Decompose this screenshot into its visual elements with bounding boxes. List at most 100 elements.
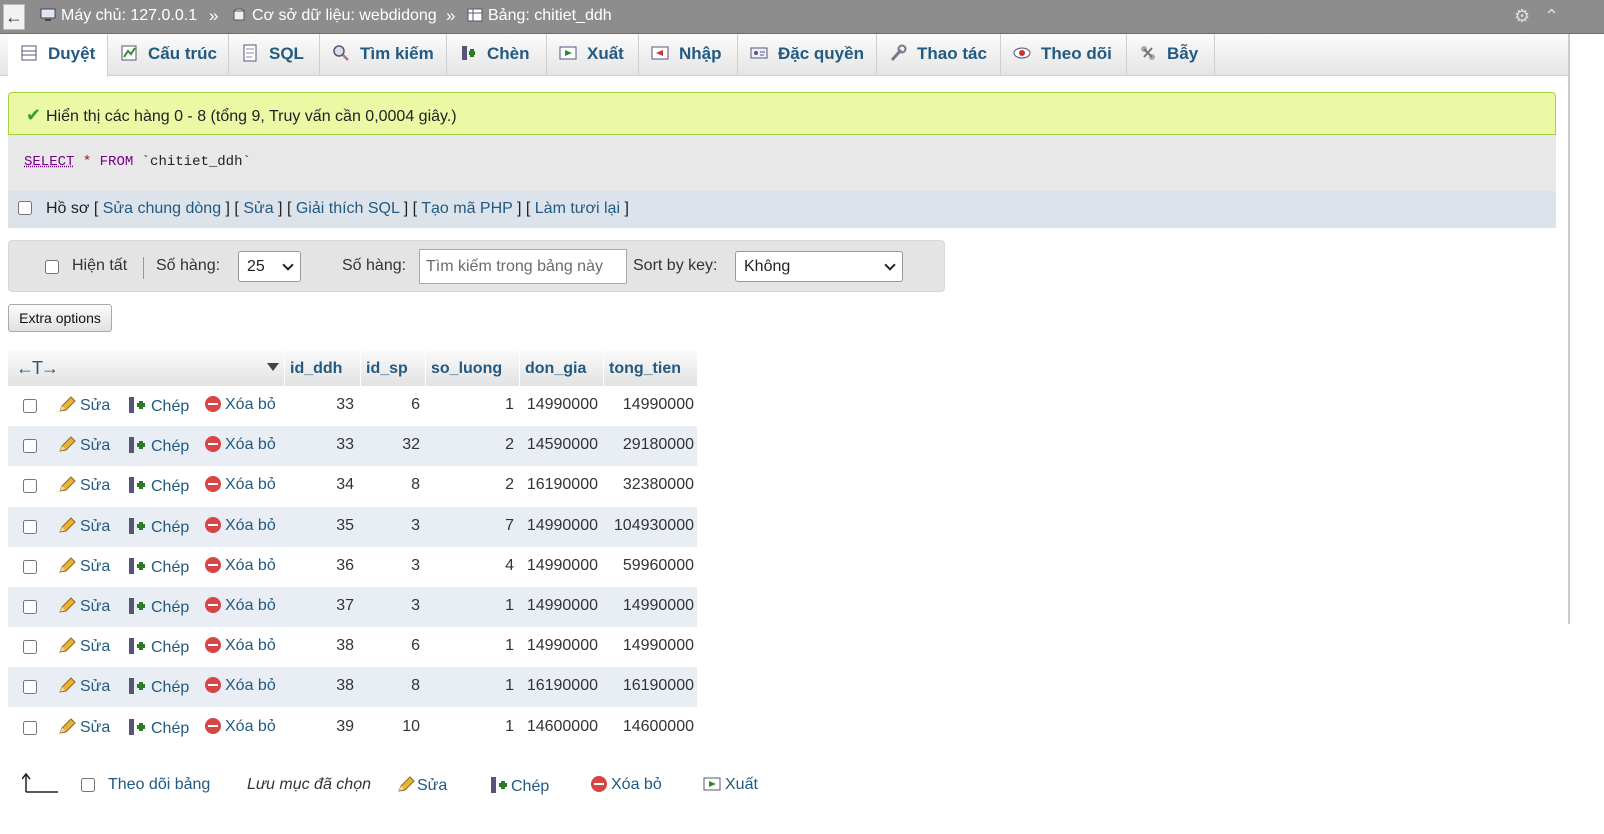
delete-icon: [205, 637, 221, 653]
row-checkbox[interactable]: [23, 399, 37, 413]
row-edit-button[interactable]: Sửa: [58, 597, 110, 616]
row-checkbox[interactable]: [23, 600, 37, 614]
rows-select[interactable]: 25: [238, 251, 301, 282]
copy-icon: [129, 518, 145, 534]
breadcrumb-separator: »: [209, 6, 219, 25]
tab-privileges[interactable]: Đặc quyền: [738, 34, 877, 76]
bulk-edit-label: Sửa: [417, 777, 448, 794]
sql-keyword-select[interactable]: SELECT: [24, 154, 74, 170]
row-copy-button[interactable]: Chép: [127, 436, 189, 456]
sort-dropdown-icon[interactable]: [267, 363, 279, 371]
tab-bar: Duyệt Cấu trúc SQL Tìm kiếm Chèn Xuất Nh…: [0, 34, 1568, 77]
tab-label: Cấu trúc: [148, 44, 217, 63]
row-copy-button[interactable]: Chép: [127, 517, 189, 537]
row-copy-button[interactable]: Chép: [127, 718, 189, 738]
row-delete-button[interactable]: Xóa bỏ: [205, 476, 276, 494]
column-header-so-luong[interactable]: so_luong: [425, 351, 519, 386]
edit-inline-link[interactable]: Sửa chung dòng: [103, 200, 221, 217]
row-delete-button[interactable]: Xóa bỏ: [205, 517, 276, 535]
row-checkbox[interactable]: [23, 680, 37, 694]
column-header-id-sp[interactable]: id_sp: [360, 351, 425, 386]
insert-icon: [462, 46, 475, 60]
row-edit-button[interactable]: Sửa: [58, 637, 110, 656]
row-delete-button[interactable]: Xóa bỏ: [205, 637, 276, 655]
extra-options-button[interactable]: Extra options: [8, 304, 112, 332]
tracking-icon: [1013, 47, 1031, 59]
bulk-copy-label: Chép: [511, 778, 550, 795]
tab-structure[interactable]: Cấu trúc: [108, 34, 229, 76]
breadcrumb-table[interactable]: Bảng: chitiet_ddh: [467, 7, 612, 25]
row-checkbox[interactable]: [23, 640, 37, 654]
tab-sql[interactable]: SQL: [229, 34, 320, 76]
show-all-checkbox[interactable]: [45, 260, 59, 274]
breadcrumb-bar: ← Máy chủ: 127.0.0.1 » Cơ sở dữ liệu: we…: [0, 0, 1604, 34]
track-table-checkbox[interactable]: [81, 778, 95, 792]
cell-id-sp: 3: [411, 517, 420, 534]
edit-link[interactable]: Sửa: [243, 200, 273, 217]
row-copy-button[interactable]: Chép: [127, 637, 189, 657]
column-arrows-icon[interactable]: ←T→: [16, 358, 59, 379]
row-copy-button[interactable]: Chép: [127, 677, 189, 697]
row-delete-button[interactable]: Xóa bỏ: [205, 718, 276, 736]
row-copy-button[interactable]: Chép: [127, 396, 189, 416]
tab-triggers[interactable]: Bẫy: [1127, 34, 1215, 76]
bulk-delete-button[interactable]: Xóa bỏ: [591, 776, 662, 794]
tab-browse[interactable]: Duyệt: [8, 34, 108, 77]
back-button[interactable]: ←: [3, 4, 25, 30]
row-checkbox[interactable]: [23, 520, 37, 534]
row-copy-button[interactable]: Chép: [127, 476, 189, 496]
refresh-link[interactable]: Làm tươi lại: [535, 200, 620, 217]
tab-search[interactable]: Tìm kiếm: [320, 34, 447, 76]
row-delete-button[interactable]: Xóa bỏ: [205, 597, 276, 615]
cell-don-gia: 14600000: [526, 718, 598, 735]
sort-by-key-select[interactable]: Không: [735, 251, 903, 282]
row-copy-button[interactable]: Chép: [127, 557, 189, 577]
row-checkbox[interactable]: [23, 439, 37, 453]
row-checkbox[interactable]: [23, 479, 37, 493]
cell-so-luong: 2: [505, 436, 514, 453]
tab-insert[interactable]: Chèn: [447, 34, 547, 76]
row-delete-button[interactable]: Xóa bỏ: [205, 677, 276, 695]
tab-operations[interactable]: Thao tác: [877, 34, 1001, 76]
collapse-icon[interactable]: ⌃: [1544, 7, 1559, 25]
page-scrollbar[interactable]: [1568, 34, 1570, 624]
row-edit-button[interactable]: Sửa: [58, 557, 110, 576]
breadcrumb-database[interactable]: Cơ sở dữ liệu: webdidong: [231, 7, 437, 25]
breadcrumb-server[interactable]: Máy chủ: 127.0.0.1: [40, 7, 197, 25]
row-checkbox[interactable]: [23, 560, 37, 574]
table-row: Sửa Chép Xóa bỏ 37 3 1 14990000 14990000: [8, 587, 697, 627]
row-delete-button[interactable]: Xóa bỏ: [205, 557, 276, 575]
track-table-label[interactable]: Theo dõi bảng: [108, 776, 210, 794]
row-delete-button[interactable]: Xóa bỏ: [205, 396, 276, 414]
row-edit-label: Sửa: [80, 558, 111, 575]
tab-import[interactable]: Nhập: [639, 34, 738, 76]
column-header-id-ddh[interactable]: id_ddh: [284, 351, 360, 386]
column-header-tong-tien[interactable]: tong_tien: [603, 351, 697, 386]
bulk-copy-button[interactable]: Chép: [489, 776, 549, 796]
tab-label: Chèn: [487, 44, 530, 63]
row-delete-button[interactable]: Xóa bỏ: [205, 436, 276, 454]
row-checkbox[interactable]: [23, 721, 37, 735]
bulk-export-button[interactable]: Xuất: [703, 776, 758, 794]
cell-don-gia: 14990000: [526, 517, 598, 534]
bulk-actions-bar: Theo dõi bảng Lưu mục đã chọn Sửa Chép X…: [0, 770, 1000, 800]
row-copy-button[interactable]: Chép: [127, 597, 189, 617]
database-icon: [233, 8, 245, 21]
settings-gear-icon[interactable]: ⚙: [1514, 7, 1530, 25]
column-header-don-gia[interactable]: don_gia: [519, 351, 603, 386]
row-edit-button[interactable]: Sửa: [58, 677, 110, 696]
filter-rows-input[interactable]: Tìm kiếm trong bảng này: [419, 249, 627, 284]
row-edit-button[interactable]: Sửa: [58, 436, 110, 455]
profiling-checkbox[interactable]: [18, 201, 32, 215]
explain-sql-link[interactable]: Giải thích SQL: [296, 200, 399, 217]
row-delete-label: Xóa bỏ: [225, 677, 276, 694]
row-edit-button[interactable]: Sửa: [58, 396, 110, 415]
tab-export[interactable]: Xuất: [547, 34, 639, 76]
row-edit-button[interactable]: Sửa: [58, 517, 110, 536]
bulk-edit-button[interactable]: Sửa: [397, 776, 447, 795]
row-edit-button[interactable]: Sửa: [58, 718, 110, 737]
create-php-link[interactable]: Tạo mã PHP: [421, 200, 512, 217]
tab-tracking[interactable]: Theo dõi: [1001, 34, 1127, 76]
cell-tong-tien: 104930000: [613, 517, 694, 534]
row-edit-button[interactable]: Sửa: [58, 476, 110, 495]
